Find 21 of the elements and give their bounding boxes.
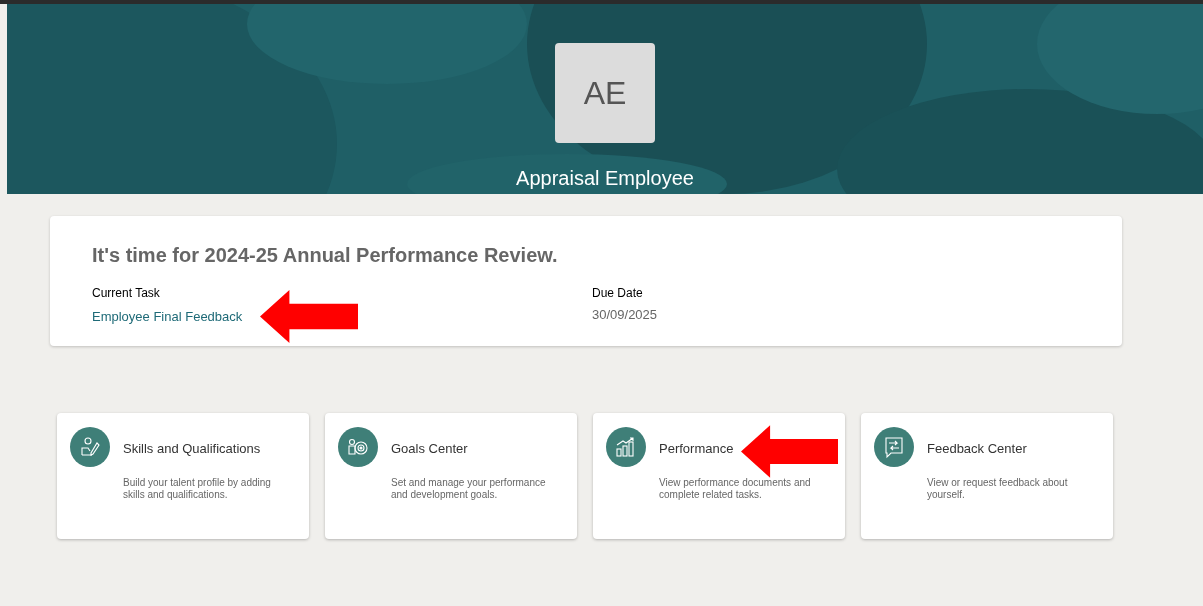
navigation-card[interactable]: Feedback Center View or request feedback about yourself. <box>861 413 1113 539</box>
card-title: Goals Center <box>391 440 469 458</box>
navigation-card[interactable]: Skills and Qualifications Build your talent profile by adding skills and qualifications. <box>57 413 309 539</box>
card-description: Set and manage your performance and development goals. <box>391 476 547 501</box>
navigation-card[interactable]: Performance View performance documents and complete related tasks. <box>593 413 845 539</box>
speech-bubble-icon <box>882 435 906 459</box>
due-date: 30/09/2025 <box>592 306 658 324</box>
person-pencil-icon <box>78 435 102 459</box>
navigation-card[interactable]: Goals Center Set and manage your performance and development goals. <box>325 413 577 539</box>
card-title: Skills and Qualifications <box>123 440 262 458</box>
due-label: Due Date <box>592 285 644 302</box>
task-label: Current Task <box>92 285 161 302</box>
card-description: Build your talent profile by adding skills and qualifications. <box>123 476 272 501</box>
review-heading: It's time for 2024-25 Annual Performance Review. <box>92 243 559 268</box>
card-description: View performance documents and complete related tasks. <box>659 476 812 501</box>
task-link[interactable]: Employee Final Feedback <box>92 307 243 327</box>
card-description: View or request feedback about yourself. <box>927 476 1069 501</box>
card-title: Performance <box>659 440 735 458</box>
avatar: AE <box>555 43 655 143</box>
profile-name: Appraisal Employee <box>516 166 694 191</box>
card-title: Feedback Center <box>927 440 1028 458</box>
